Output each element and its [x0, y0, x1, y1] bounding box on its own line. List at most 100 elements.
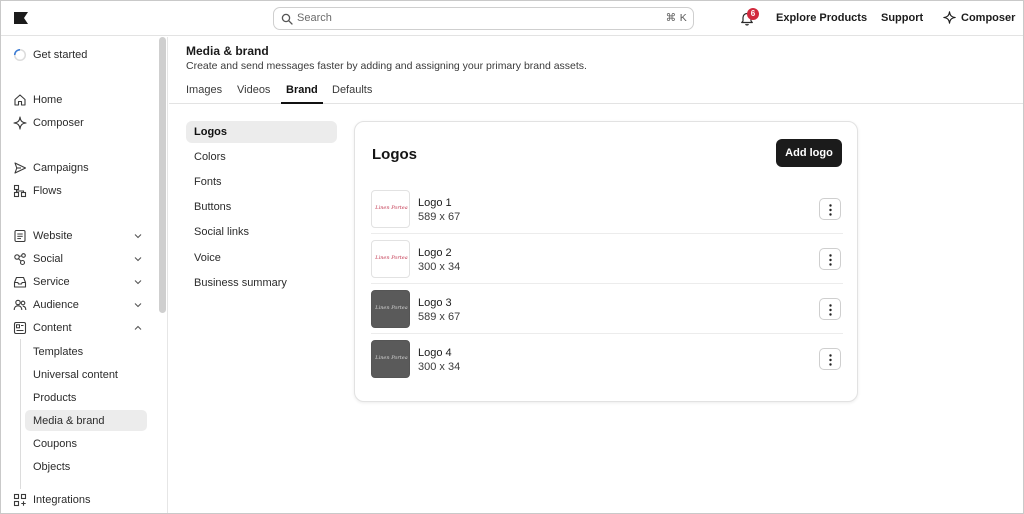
sidebar-item-service[interactable]: Service	[13, 272, 153, 292]
sidebar-subitem-label: Universal content	[33, 369, 118, 381]
grid-plus-icon	[13, 493, 27, 507]
main-content: Media & brand Create and send messages f…	[169, 37, 1023, 513]
sidebar-item-content[interactable]: Content	[13, 318, 153, 338]
sidebar-subitem-universal-content[interactable]: Universal content	[25, 364, 147, 385]
brand-subnav-social-links[interactable]: Social links	[186, 221, 337, 243]
sidebar-item-integrations[interactable]: Integrations	[13, 490, 153, 510]
sidebar-item-label: Social	[33, 253, 63, 265]
more-vertical-icon	[829, 354, 832, 366]
sparkle-icon	[943, 11, 956, 24]
sidebar-subitem-media-brand[interactable]: Media & brand	[25, 410, 147, 431]
sidebar-item-flows[interactable]: Flows	[13, 181, 153, 201]
app-window: Search ⌘ K 6 Explore Products Support Co…	[0, 0, 1024, 514]
chevron-down-icon	[134, 280, 142, 285]
subnav-label: Buttons	[194, 201, 232, 213]
sidebar-subitem-label: Objects	[33, 461, 71, 473]
brand-subnav-business-summary[interactable]: Business summary	[186, 272, 337, 294]
klaviyo-flag-icon[interactable]	[14, 12, 28, 24]
sidebar-subitem-label: Templates	[33, 346, 84, 358]
logo-thumbnail[interactable]: Linen Portea	[371, 290, 410, 328]
flow-icon	[13, 184, 27, 198]
sidebar-item-composer[interactable]: Composer	[13, 113, 153, 133]
logo-row[interactable]: Linen Portea Logo 2 300 x 34	[371, 234, 843, 284]
logo-row[interactable]: Linen Portea Logo 1 589 x 67	[371, 184, 843, 234]
sidebar-item-label: Composer	[33, 117, 84, 129]
progress-ring-icon	[13, 48, 27, 62]
sidebar-item-home[interactable]: Home	[13, 90, 153, 110]
logo-thumbnail[interactable]: Linen Portea	[371, 340, 410, 378]
more-vertical-icon	[829, 204, 832, 216]
sidebar-item-website[interactable]: Website	[13, 226, 153, 246]
tab-brand[interactable]: Brand	[281, 84, 323, 104]
sidebar-subitem-products[interactable]: Products	[25, 387, 147, 408]
tab-images[interactable]: Images	[186, 84, 222, 104]
sidebar-item-label: Home	[33, 94, 63, 106]
sidebar-item-label: Audience	[33, 299, 79, 311]
sidebar-subitem-label: Products	[33, 392, 77, 404]
chevron-down-icon	[134, 234, 142, 239]
sidebar-subitem-objects[interactable]: Objects	[25, 456, 147, 477]
explore-products-link[interactable]: Explore Products	[776, 12, 867, 24]
tab-videos[interactable]: Videos	[237, 84, 270, 104]
page-subtitle: Create and send messages faster by addin…	[186, 60, 587, 72]
logo-name: Logo 2	[418, 247, 452, 259]
sidebar-item-social[interactable]: Social	[13, 249, 153, 269]
notification-badge: 6	[747, 8, 759, 20]
sidebar-subitem-coupons[interactable]: Coupons	[25, 433, 147, 454]
brand-subnav-colors[interactable]: Colors	[186, 146, 337, 168]
subnav-label: Fonts	[194, 176, 222, 188]
search-icon	[281, 13, 293, 25]
sidebar-item-get-started[interactable]: Get started	[13, 45, 153, 65]
sidebar-item-audience[interactable]: Audience	[13, 295, 153, 315]
sidebar-item-campaigns[interactable]: Campaigns	[13, 158, 153, 178]
logo-dimensions: 589 x 67	[418, 211, 461, 223]
logo-thumbnail-text: Linen Portea	[375, 255, 408, 261]
logo-dimensions: 589 x 67	[418, 311, 461, 323]
search-input[interactable]: Search ⌘ K	[273, 7, 694, 30]
submenu-guide-line	[20, 339, 21, 489]
more-vertical-icon	[829, 254, 832, 266]
composer-link[interactable]: Composer	[961, 12, 1015, 24]
logo-menu-button[interactable]	[819, 298, 841, 320]
sidebar-subitem-label: Coupons	[33, 438, 78, 450]
content-icon	[13, 321, 27, 335]
share-icon	[14, 253, 26, 266]
brand-subnav-buttons[interactable]: Buttons	[186, 196, 337, 218]
chevron-down-icon	[134, 257, 142, 262]
subnav-label: Social links	[194, 226, 250, 238]
sidebar-subitem-templates[interactable]: Templates	[25, 341, 147, 362]
sidebar-scrollbar[interactable]	[159, 37, 166, 313]
people-icon	[13, 299, 27, 311]
sparkle-icon	[13, 116, 27, 130]
add-logo-button[interactable]: Add logo	[776, 139, 842, 167]
support-link[interactable]: Support	[881, 12, 923, 24]
logos-card-title: Logos	[372, 146, 417, 163]
logo-thumbnail[interactable]: Linen Portea	[371, 190, 410, 228]
logo-thumbnail-text: Linen Portea	[375, 355, 408, 361]
more-vertical-icon	[829, 304, 832, 316]
logo-thumbnail-text: Linen Portea	[375, 305, 408, 311]
subnav-label: Business summary	[194, 277, 287, 289]
brand-subnav-voice[interactable]: Voice	[186, 247, 337, 269]
sidebar-subitem-label: Media & brand	[33, 415, 105, 427]
logo-menu-button[interactable]	[819, 348, 841, 370]
logo-row[interactable]: Linen Portea Logo 3 589 x 67	[371, 284, 843, 334]
sidebar-item-label: Campaigns	[33, 162, 89, 174]
inbox-icon	[13, 276, 27, 288]
top-bar: Search ⌘ K 6 Explore Products Support Co…	[1, 1, 1023, 36]
send-icon	[14, 162, 27, 174]
search-placeholder: Search	[297, 12, 332, 24]
tab-bar: Images Videos Brand Defaults	[169, 82, 1023, 104]
tab-defaults[interactable]: Defaults	[332, 84, 372, 104]
sidebar-item-label: Integrations	[33, 494, 91, 506]
logo-thumbnail[interactable]: Linen Portea	[371, 240, 410, 278]
brand-subnav-logos[interactable]: Logos	[186, 121, 337, 143]
brand-subnav-fonts[interactable]: Fonts	[186, 171, 337, 193]
logo-menu-button[interactable]	[819, 248, 841, 270]
logo-dimensions: 300 x 34	[418, 261, 461, 273]
subnav-label: Logos	[194, 126, 227, 138]
logo-row[interactable]: Linen Portea Logo 4 300 x 34	[371, 334, 843, 384]
chevron-up-icon	[134, 325, 142, 330]
chevron-down-icon	[134, 303, 142, 308]
logo-menu-button[interactable]	[819, 198, 841, 220]
